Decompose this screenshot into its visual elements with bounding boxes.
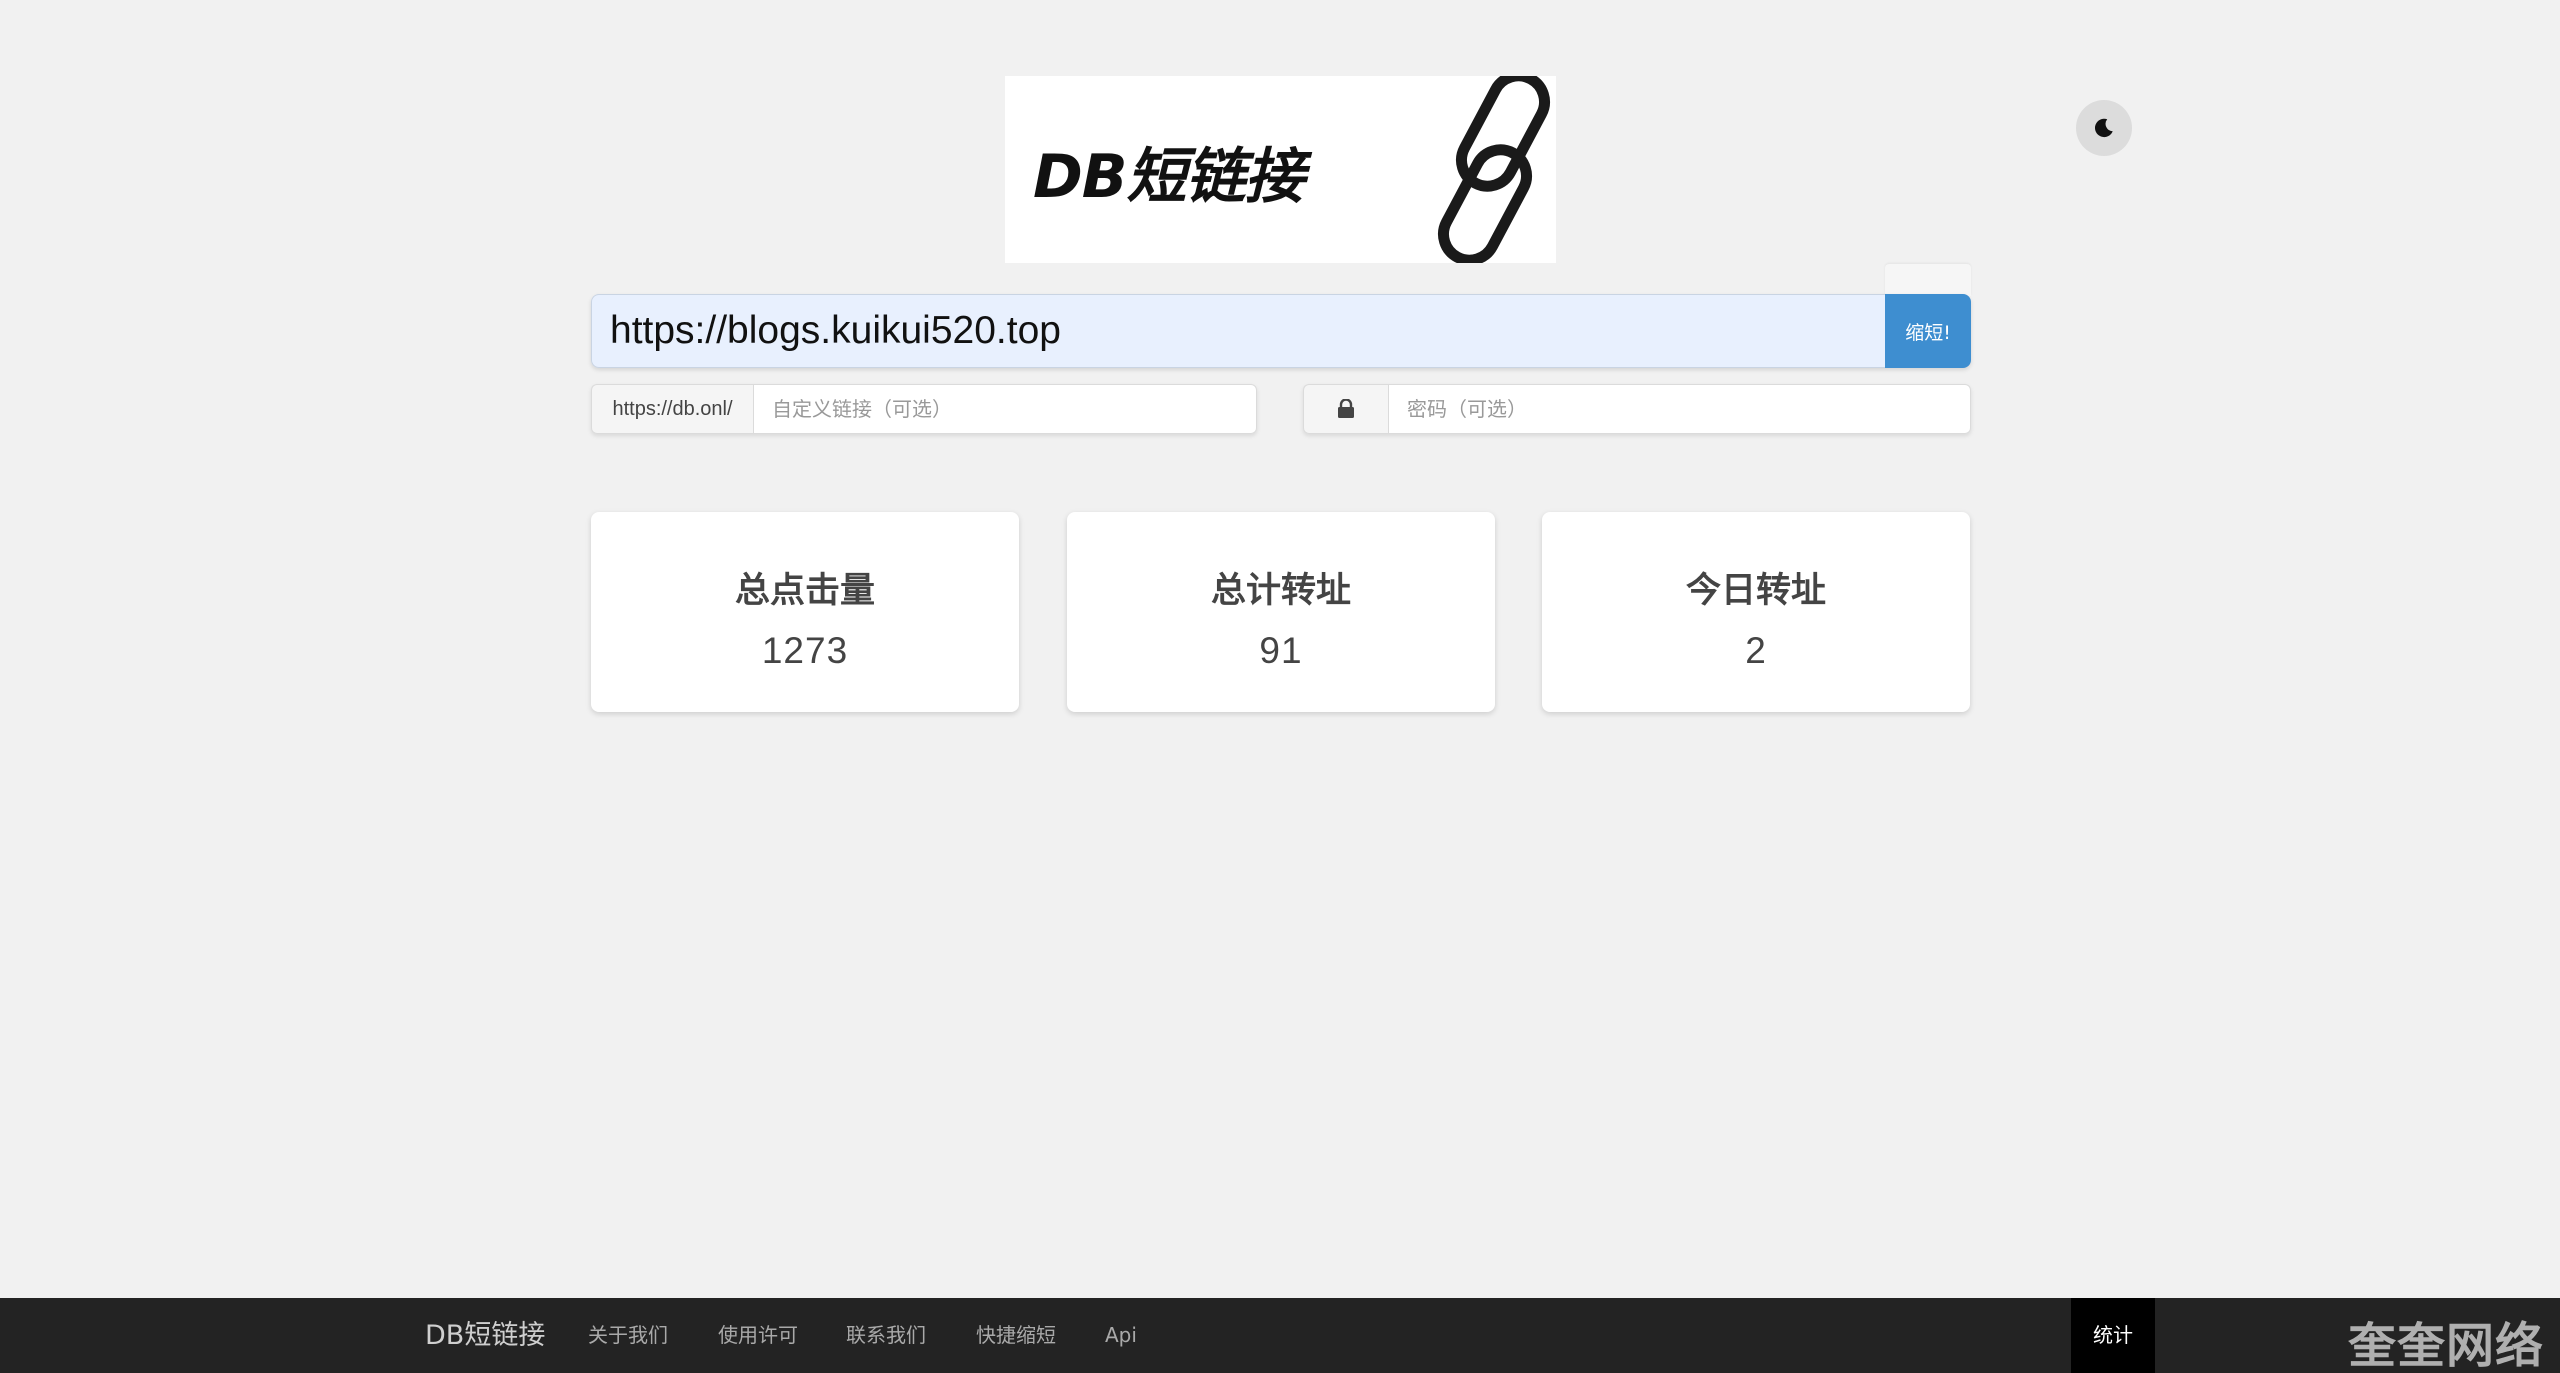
url-shorten-form: 缩短! — [591, 294, 1971, 368]
nav-link-license[interactable]: 使用许可 — [718, 1298, 798, 1373]
footer-navbar: DB短链接 关于我们 使用许可 联系我们 快捷缩短 Api 统计 — [0, 1298, 2560, 1373]
nav-link-contact[interactable]: 联系我们 — [846, 1298, 926, 1373]
shorten-button[interactable]: 缩短! — [1885, 294, 1971, 368]
custom-alias-group: https://db.onl/ — [591, 384, 1257, 434]
theme-toggle-button[interactable] — [2076, 100, 2132, 156]
password-input[interactable] — [1388, 384, 1971, 434]
lock-icon — [1338, 399, 1354, 418]
password-group — [1303, 384, 1971, 434]
logo-text: DB短链接 — [1033, 142, 1305, 212]
nav-link-about[interactable]: 关于我们 — [588, 1298, 668, 1373]
password-prefix — [1303, 384, 1388, 434]
nav-link-quick-shorten[interactable]: 快捷缩短 — [976, 1298, 1056, 1373]
chain-link-icon — [1438, 76, 1550, 263]
button-tab-decoration — [1885, 264, 1971, 296]
nav-brand-link[interactable]: DB短链接 — [425, 1298, 545, 1373]
stat-value: 1273 — [761, 630, 849, 671]
nav-link-api[interactable]: Api — [1105, 1298, 1137, 1373]
stat-title: 今日转址 — [1685, 571, 1826, 611]
site-logo[interactable]: DB短链接 — [1005, 76, 1556, 263]
page: DB短链接 缩短! https://db.onl/ — [0, 0, 2560, 1373]
watermark-text: 奎奎网络 — [2348, 1318, 2545, 1373]
custom-alias-input[interactable] — [753, 384, 1257, 434]
stat-title: 总点击量 — [734, 571, 875, 611]
nav-stats-button[interactable]: 统计 — [2071, 1298, 2155, 1373]
stat-value: 91 — [1259, 630, 1303, 671]
moon-icon — [2094, 118, 2113, 138]
long-url-input[interactable] — [591, 294, 1885, 368]
custom-alias-prefix: https://db.onl/ — [591, 384, 753, 434]
stat-value: 2 — [1745, 630, 1767, 671]
stat-card-today-links: 今日转址 2 — [1542, 512, 1970, 712]
stat-card-total-links: 总计转址 91 — [1067, 512, 1495, 712]
stat-card-total-clicks: 总点击量 1273 — [591, 512, 1019, 712]
stat-title: 总计转址 — [1210, 571, 1351, 611]
